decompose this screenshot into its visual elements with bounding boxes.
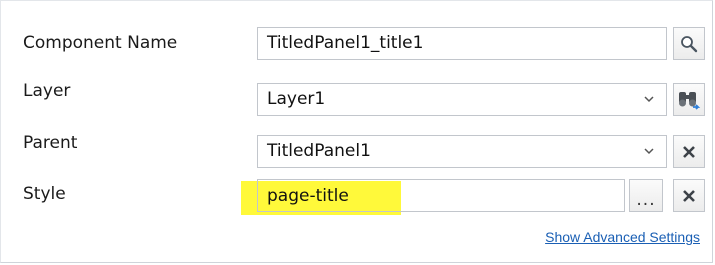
component-name-value: TitledPanel1_title1 — [267, 33, 424, 53]
clear-icon — [683, 145, 695, 158]
style-row: Style page-title ... — [1, 179, 712, 213]
parent-row: Parent TitledPanel1 — [1, 131, 712, 168]
layer-row: Layer Layer1 — [1, 79, 712, 116]
style-value: page-title — [267, 186, 349, 206]
chevron-down-icon — [644, 96, 654, 103]
parent-label: Parent — [23, 133, 78, 153]
style-label: Style — [23, 184, 66, 204]
component-name-row: Component Name TitledPanel1_title1 — [1, 27, 712, 61]
properties-panel: Component Name TitledPanel1_title1 Layer… — [0, 0, 713, 263]
show-advanced-settings-link[interactable]: Show Advanced Settings — [545, 229, 700, 245]
parent-select[interactable]: TitledPanel1 — [257, 135, 667, 168]
clear-icon — [683, 189, 695, 202]
layer-select[interactable]: Layer1 — [257, 83, 667, 116]
clear-parent-button[interactable] — [673, 135, 705, 168]
binoculars-icon — [679, 91, 701, 110]
layer-label: Layer — [23, 81, 71, 101]
search-icon — [681, 35, 698, 52]
chevron-down-icon — [644, 148, 654, 155]
clear-style-button[interactable] — [673, 179, 705, 212]
parent-value: TitledPanel1 — [267, 141, 371, 161]
ellipsis-label: ... — [636, 189, 656, 210]
component-name-input[interactable]: TitledPanel1_title1 — [257, 27, 667, 60]
search-button[interactable] — [673, 27, 705, 60]
component-name-label: Component Name — [23, 33, 178, 53]
layer-value: Layer1 — [267, 89, 326, 109]
locate-layer-button[interactable] — [673, 83, 705, 116]
style-browse-button[interactable]: ... — [629, 179, 663, 212]
style-input[interactable]: page-title — [257, 179, 625, 212]
